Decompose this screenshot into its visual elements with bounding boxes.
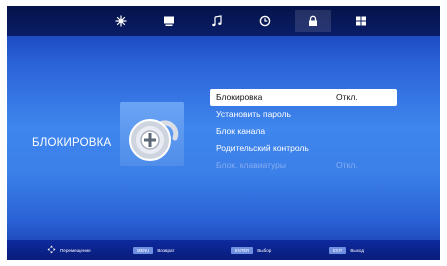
tab-setup[interactable] (343, 10, 379, 32)
menu-item-label: Родительский контроль (216, 143, 309, 153)
hint-label: Перемещение (60, 247, 91, 253)
padlock-icon (120, 119, 184, 170)
hint-select: ENTER Выбор (231, 245, 271, 255)
section-title: БЛОКИРОВКА (32, 137, 112, 149)
lock-menu: Блокировка Откл. Установить пароль Блок … (210, 89, 397, 174)
hint-label: Выход (350, 247, 365, 253)
tab-time[interactable] (247, 10, 283, 32)
menu-item-keypad-lock: Блок. клавиатуры Откл. (210, 157, 397, 174)
grid-icon (355, 15, 367, 27)
menu-item-label: Блокировка (216, 92, 263, 102)
menu-item-lock[interactable]: Блокировка Откл. (210, 89, 397, 106)
tab-lock[interactable] (295, 10, 331, 32)
menu-item-label: Установить пароль (216, 109, 291, 119)
menu-item-value: Откл. (336, 160, 358, 170)
tab-screen[interactable] (151, 10, 187, 32)
monitor-icon (163, 15, 175, 27)
top-tab-bar (7, 6, 440, 36)
clock-icon (259, 15, 271, 27)
tab-sound[interactable] (199, 10, 235, 32)
menu-key: MENU (133, 246, 154, 254)
menu-item-set-password[interactable]: Установить пароль (210, 106, 397, 123)
hint-label: Выбор (257, 247, 272, 253)
tab-picture[interactable] (103, 10, 139, 32)
enter-key: ENTER (231, 246, 254, 254)
dpad-icon (47, 245, 56, 255)
footer-hint-bar: Перемещение MENU Возврат ENTER Выбор EXI… (7, 240, 440, 260)
menu-item-channel-block[interactable]: Блок канала (210, 123, 397, 140)
exit-key: EXIT (329, 246, 347, 254)
hint-exit: EXIT Выход (329, 245, 364, 255)
menu-item-label: Блок канала (216, 126, 266, 136)
hint-label: Возврат (157, 247, 175, 253)
menu-item-label: Блок. клавиатуры (216, 160, 286, 170)
lock-icon (307, 15, 319, 27)
menu-item-value: Откл. (336, 92, 358, 102)
music-note-icon (211, 15, 223, 27)
tab-strip (101, 10, 381, 32)
tv-menu-screen: БЛОКИРОВКА Блокировка Откл. Установить п… (7, 6, 440, 260)
picture-icon (115, 15, 127, 27)
hint-back: MENU Возврат (133, 245, 175, 255)
section-icon-panel (120, 102, 184, 166)
hint-move: Перемещение (47, 245, 91, 255)
menu-item-parental-control[interactable]: Родительский контроль (210, 140, 397, 157)
